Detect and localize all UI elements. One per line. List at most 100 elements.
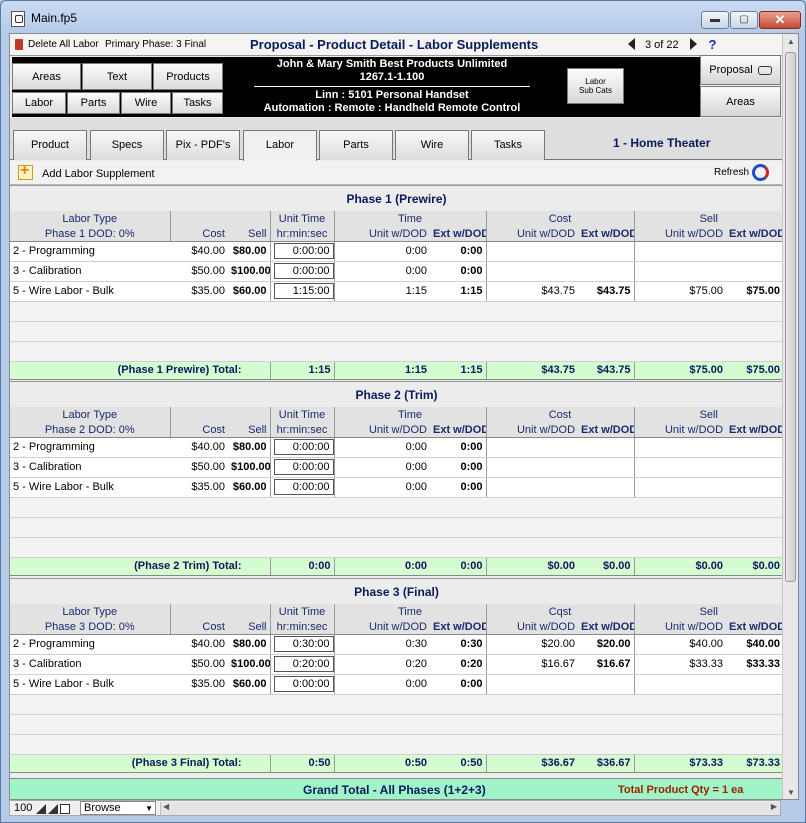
phase-dod-label: Phase 2 DOD: 0%	[10, 423, 171, 438]
sell-ext-cell	[726, 477, 784, 498]
cost-group-header: Cost	[486, 211, 635, 227]
add-plus-icon[interactable]	[18, 162, 33, 180]
phase-section: Phase 2 (Trim) Labor Type Unit Time Time Cos…	[10, 381, 784, 576]
tab-product[interactable]: Product	[13, 130, 87, 160]
zoom-icons[interactable]	[36, 804, 72, 814]
total-sell-unit: $73.33	[634, 753, 727, 773]
unit-time-cell: 0:00:00	[270, 261, 335, 282]
cost-unit-cell	[486, 457, 579, 478]
unit-time-input[interactable]: 1:15:00	[273, 283, 333, 299]
time-unit-cell: 1:15	[334, 281, 430, 302]
labor-sub-cats-button[interactable]: Labor Sub Cats	[567, 68, 624, 104]
empty-cell	[10, 694, 784, 715]
nav-tasks-button[interactable]: Tasks	[172, 92, 223, 114]
next-record-icon[interactable]	[690, 38, 697, 50]
product-name: Linn : 5101 Personal Handset	[315, 89, 469, 101]
scroll-down-icon[interactable]: ▼	[783, 785, 798, 799]
tab-specs[interactable]: Specs	[90, 130, 164, 160]
cost-ext-cell: $20.00	[578, 634, 635, 655]
nav-products-button[interactable]: Products	[153, 63, 223, 90]
window-title: Main.fp5	[31, 11, 78, 25]
scroll-thumb[interactable]	[785, 52, 796, 582]
table-row: 2 - Programming $40.00 $80.00 0:00:00 0:00 0:…	[10, 241, 784, 262]
vertical-scrollbar[interactable]: ▲ ▼	[782, 34, 798, 799]
phase-total-label: (Phase 2 Trim) Total:	[10, 556, 271, 576]
mode-select[interactable]: Browse ▼	[80, 801, 156, 815]
empty-row	[10, 321, 784, 342]
horizontal-scrollbar[interactable]: ◀ ▶	[160, 802, 780, 815]
cost-ext-cell: $43.75	[578, 281, 635, 302]
nav-labor-button[interactable]: Labor	[12, 92, 66, 114]
cost-cell: $50.00	[170, 457, 228, 478]
maximize-button[interactable]: ▢	[730, 11, 758, 29]
status-area-icon[interactable]	[60, 804, 70, 814]
areas-right-button[interactable]: Areas	[700, 86, 781, 117]
info-divider	[254, 86, 530, 87]
phase-title: Phase 2 (Trim)	[10, 381, 783, 407]
sell-unit-cell	[634, 674, 727, 695]
unit-time-input[interactable]: 0:00:00	[273, 243, 333, 259]
tab-wire[interactable]: Wire	[395, 130, 469, 160]
unit-time-input[interactable]: 0:00:00	[273, 479, 333, 495]
unit-time-input[interactable]: 0:30:00	[273, 636, 333, 652]
sell-ext-header: Ext w/DOD	[726, 423, 784, 438]
labor-type-cell: 5 - Wire Labor - Bulk	[10, 281, 170, 302]
minimize-button[interactable]: ▬	[701, 11, 729, 29]
area-name: 1 - Home Theater	[613, 136, 711, 150]
tab-tasks[interactable]: Tasks	[471, 130, 545, 160]
tab-labor[interactable]: Labor	[243, 130, 317, 161]
header-row: Labor Type Unit Time Time Cost Sell	[10, 407, 784, 423]
header-blank	[228, 407, 271, 423]
cost-ext-cell	[578, 261, 635, 282]
delete-all-labor-button[interactable]: Delete All Labor	[28, 39, 99, 50]
phase-total-row: (Phase 3 Final) Total: 0:50 0:50 0:50 $36.67…	[10, 753, 784, 773]
nav-text-button[interactable]: Text	[82, 63, 152, 90]
table-row: 5 - Wire Labor - Bulk $35.00 $60.00 0:00:00…	[10, 674, 784, 695]
zoom-out-icon[interactable]	[36, 804, 46, 814]
scroll-up-icon[interactable]: ▲	[783, 34, 798, 50]
empty-row	[10, 341, 784, 362]
cost-ext-cell	[578, 477, 635, 498]
total-sell-ext: $0.00	[726, 556, 784, 576]
nav-wire-button[interactable]: Wire	[121, 92, 171, 114]
unit-time-input[interactable]: 0:00:00	[273, 263, 333, 279]
add-labor-supplement-button[interactable]: Add Labor Supplement	[42, 168, 155, 180]
refresh-label[interactable]: Refresh	[714, 167, 749, 178]
unit-time-header: Unit Time	[270, 211, 335, 227]
cost-ext-cell	[578, 457, 635, 478]
scroll-left-icon[interactable]: ◀	[163, 802, 169, 811]
sell-group-header: Sell	[634, 211, 784, 227]
nav-areas-button[interactable]: Areas	[12, 63, 81, 90]
zoom-level[interactable]: 100	[14, 802, 32, 814]
help-icon[interactable]: ?	[705, 37, 720, 52]
unit-time-input[interactable]: 0:00:00	[273, 439, 333, 455]
top-bar: Delete All Labor Primary Phase: 3 Final …	[10, 34, 783, 56]
unit-time-input[interactable]: 0:20:00	[273, 656, 333, 672]
sell-ext-cell: $40.00	[726, 634, 784, 655]
header-row-2: Phase 3 DOD: 0% Cost Sell hr:min:sec Unit w/…	[10, 620, 784, 635]
proposal-button[interactable]: Proposal	[700, 55, 781, 85]
sell-unit-header: Unit w/DOD	[634, 620, 727, 635]
sell-unit-header: Unit w/DOD	[634, 423, 727, 438]
refresh-icon[interactable]	[752, 164, 769, 181]
zoom-in-icon[interactable]	[48, 804, 58, 814]
empty-cell	[10, 714, 784, 735]
client-info: John & Mary Smith Best Products Unlimite…	[242, 58, 542, 115]
sell-group-header: Sell	[634, 604, 784, 620]
labor-type-cell: 5 - Wire Labor - Bulk	[10, 674, 170, 695]
unit-time-input[interactable]: 0:00:00	[273, 676, 333, 692]
labor-sub-cats-label-2: Sub Cats	[579, 86, 612, 95]
unit-time-input[interactable]: 0:00:00	[273, 459, 333, 475]
trash-icon[interactable]	[15, 39, 23, 50]
sell-ext-cell	[726, 437, 784, 458]
total-sell-unit: $0.00	[634, 556, 727, 576]
scroll-right-icon[interactable]: ▶	[771, 802, 777, 811]
previous-record-icon[interactable]	[628, 38, 635, 50]
tab-parts[interactable]: Parts	[319, 130, 393, 160]
cost-unit-cell	[486, 674, 579, 695]
close-button[interactable]: ✕	[759, 11, 801, 29]
phase-total-row: (Phase 1 Prewire) Total: 1:15 1:15 1:15 $43.…	[10, 360, 784, 380]
nav-parts-button[interactable]: Parts	[67, 92, 120, 114]
sell-cell: $60.00	[228, 674, 271, 695]
tab-pix-pdfs[interactable]: Pix - PDF's	[166, 130, 240, 160]
